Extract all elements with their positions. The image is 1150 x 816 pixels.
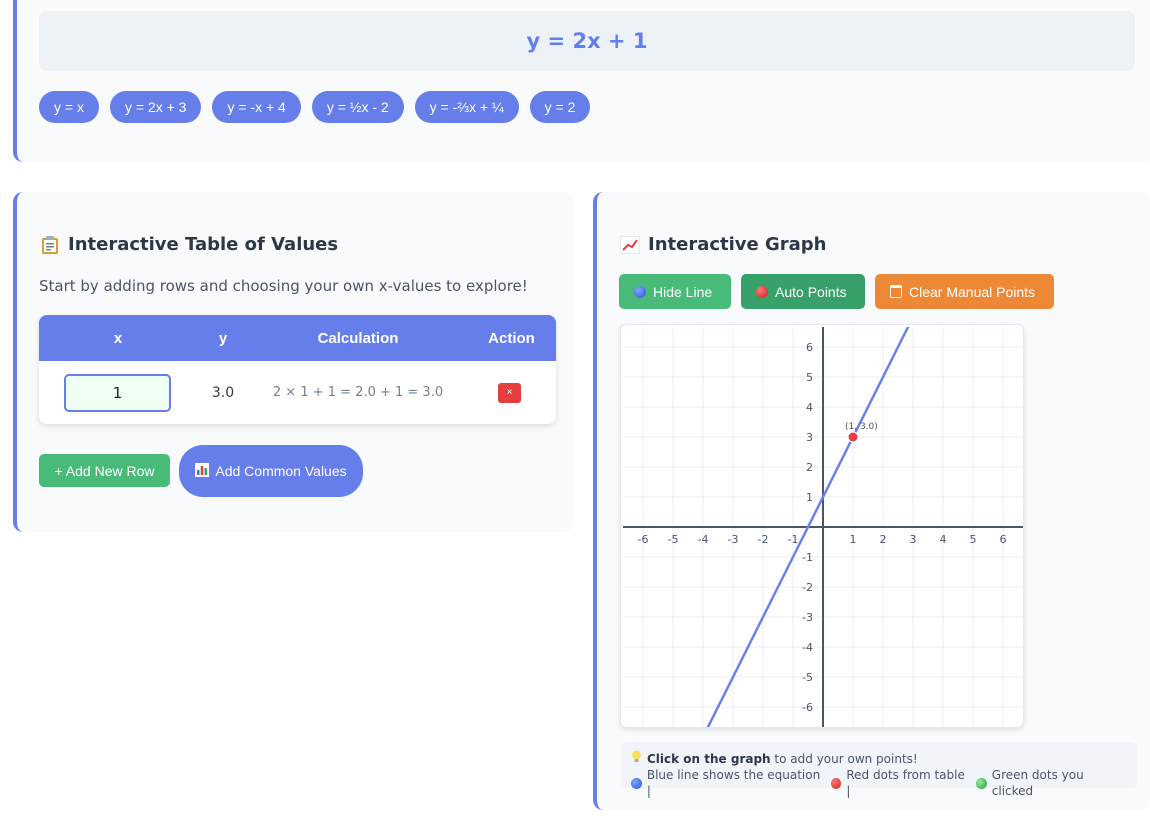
y-tick-label: 4 <box>806 401 813 414</box>
hint-bold: Click on the graph <box>647 751 771 766</box>
y-tick-label: -1 <box>802 551 813 564</box>
table-description: Start by adding rows and choosing your o… <box>39 277 528 295</box>
blue-circle-icon <box>634 285 646 298</box>
add-common-values-label: Add Common Values <box>215 463 347 479</box>
y-tick-label: 2 <box>806 461 813 474</box>
y-tick-label: 1 <box>806 491 813 504</box>
calculation: 2 × 1 + 1 = 2.0 + 1 = 3.0 <box>272 385 444 400</box>
blue-circle-icon <box>631 777 642 789</box>
y-tick-label: -3 <box>802 611 813 624</box>
y-value: 3.0 <box>211 384 235 401</box>
header-calculation: Calculation <box>317 329 399 347</box>
graph-canvas[interactable]: -6 -5 -4 -3 -2 -1 1 2 3 4 5 6 -6 -5 -4 -3 -2 -1 1 2 3 4 5 6 (1, … <box>620 324 1024 728</box>
x-tick-label: -5 <box>668 533 679 546</box>
chart-icon <box>619 234 640 255</box>
header-action: Action <box>488 329 535 347</box>
x-tick-label: 6 <box>1000 533 1007 546</box>
y-tick-label: -5 <box>802 671 813 684</box>
equation-display: y = 2x + 1 <box>39 11 1135 71</box>
preset-button[interactable]: y = 2x + 3 <box>109 91 202 123</box>
preset-list: y = x y = 2x + 3 y = -x + 4 y = ½x - 2 y… <box>39 91 591 123</box>
point-label: (1, 3.0) <box>845 422 878 432</box>
red-circle-icon <box>830 777 842 789</box>
y-tick-label: 6 <box>806 341 813 354</box>
table-row: 3.0 2 × 1 + 1 = 2.0 + 1 = 3.0 × <box>39 361 556 424</box>
delete-row-button[interactable]: × <box>498 382 521 403</box>
graph-card: Interactive Graph Hide Line Auto Points … <box>593 192 1150 810</box>
y-tick-label: -6 <box>802 701 813 714</box>
x-tick-label: 3 <box>910 533 917 546</box>
table-point <box>847 431 859 443</box>
hide-line-button[interactable]: Hide Line <box>619 274 731 309</box>
equation-card: y = 2x + 1 y = x y = 2x + 3 y = -x + 4 y… <box>13 0 1150 162</box>
add-common-values-button[interactable]: Add Common Values <box>179 445 363 497</box>
y-tick-label: -4 <box>802 641 813 654</box>
table-title: Interactive Table of Values <box>39 234 338 255</box>
x-tick-label: 4 <box>940 533 947 546</box>
graph-hint: Click on the graph to add your own point… <box>621 742 1137 798</box>
y-tick-label: 5 <box>806 371 813 384</box>
red-circle-icon <box>756 285 768 298</box>
graph-controls: Hide Line Auto Points Clear Manual Point… <box>619 274 1054 309</box>
preset-button[interactable]: y = 2 <box>529 91 591 123</box>
header-y: y <box>218 329 228 347</box>
lightbulb-icon <box>631 750 642 767</box>
legend-blue: Blue line shows the equation | <box>646 768 821 798</box>
x-tick-label: 1 <box>850 533 857 546</box>
preset-button[interactable]: y = -x + 4 <box>212 91 301 123</box>
graph-title-text: Interactive Graph <box>648 234 827 255</box>
x-tick-label: -3 <box>728 533 739 546</box>
table-card: Interactive Table of Values Start by add… <box>13 192 573 532</box>
bar-chart-icon <box>195 462 210 480</box>
graph-title: Interactive Graph <box>619 234 827 255</box>
x-tick-label: -1 <box>788 533 799 546</box>
graph-plot[interactable]: -6 -5 -4 -3 -2 -1 1 2 3 4 5 6 -6 -5 -4 -3 -2 -1 1 2 3 4 5 6 (1, … <box>623 327 1023 727</box>
x-tick-label: -6 <box>638 533 649 546</box>
clear-manual-points-button[interactable]: Clear Manual Points <box>875 274 1054 309</box>
y-tick-label: 3 <box>806 431 813 444</box>
hide-line-label: Hide Line <box>653 283 713 300</box>
trash-icon <box>890 285 902 298</box>
y-tick-label: -2 <box>802 581 813 594</box>
x-tick-label: -2 <box>758 533 769 546</box>
values-table: x y Calculation Action 3.0 2 × 1 + 1 = 2… <box>39 315 556 424</box>
legend-red: Red dots from table | <box>846 768 965 798</box>
clipboard-icon <box>39 234 60 255</box>
header-x: x <box>113 329 123 347</box>
preset-button[interactable]: y = ½x - 2 <box>311 91 404 123</box>
table-header: x y Calculation Action <box>39 315 556 361</box>
x-value-input[interactable] <box>64 373 171 412</box>
table-title-text: Interactive Table of Values <box>68 234 339 255</box>
clear-manual-points-label: Clear Manual Points <box>909 283 1036 300</box>
x-tick-label: 5 <box>970 533 977 546</box>
green-circle-icon <box>975 777 987 789</box>
auto-points-label: Auto Points <box>775 283 847 300</box>
auto-points-button[interactable]: Auto Points <box>741 274 865 309</box>
x-tick-label: -4 <box>698 533 709 546</box>
add-new-row-button[interactable]: + Add New Row <box>39 454 170 487</box>
preset-button[interactable]: y = -⅔x + ¼ <box>414 91 519 123</box>
hint-text: to add your own points! <box>770 751 918 766</box>
legend-green: Green dots you clicked <box>991 768 1084 798</box>
x-tick-label: 2 <box>880 533 887 546</box>
preset-button[interactable]: y = x <box>39 91 99 123</box>
